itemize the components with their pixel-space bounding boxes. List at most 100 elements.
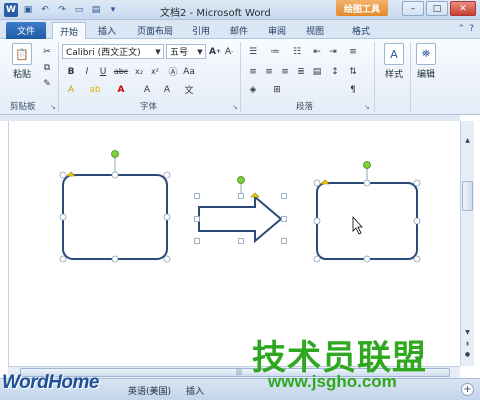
copy-icon[interactable]: ⧉ (40, 61, 54, 74)
cut-icon[interactable]: ✂ (40, 45, 54, 58)
rounded-rectangle-shape-2[interactable] (313, 161, 421, 263)
divider (410, 42, 411, 112)
paste-icon: 📋 (12, 43, 32, 65)
line-spacing-icon[interactable]: ↕ (328, 65, 342, 78)
underline-icon[interactable]: U (96, 65, 110, 78)
strikethrough-icon[interactable]: abc (114, 65, 128, 78)
customize-icon[interactable]: ▾ (106, 3, 120, 17)
tab-view[interactable]: 视图 (300, 22, 330, 39)
sort-icon[interactable]: ⇅ (346, 65, 360, 78)
maximize-button[interactable]: □ (426, 1, 448, 16)
editing-button[interactable]: ⛯ 编辑 (416, 43, 436, 80)
paste-button[interactable]: 📋 粘贴 (12, 43, 32, 80)
align-right-icon[interactable]: ≡ (278, 65, 292, 78)
clipboard-launcher-icon[interactable]: ↘ (50, 103, 58, 111)
font-color-icon[interactable]: A (114, 83, 128, 96)
chinese-layout-icon[interactable]: ≡ (346, 45, 360, 58)
font-size-value: 五号 (170, 48, 189, 58)
previous-page-icon[interactable]: ⇞ (461, 339, 474, 349)
font-name-combo[interactable]: Calibri (西文正文) ▼ (62, 44, 164, 59)
paragraph-launcher-icon[interactable]: ↘ (364, 103, 372, 111)
tab-insert[interactable]: 插入 (92, 22, 122, 39)
ribbon-tab-bar: 文件 开始 插入 页面布局 引用 邮件 审阅 视图 格式 ⌃ ? (0, 20, 480, 39)
bold-icon[interactable]: B (64, 65, 78, 78)
change-case-icon[interactable]: Aa (182, 65, 196, 78)
insert-mode-status[interactable]: 插入 (186, 384, 204, 397)
rotation-handle (363, 161, 371, 169)
close-button[interactable]: ✕ (450, 1, 476, 16)
align-left-icon[interactable]: ≡ (246, 65, 260, 78)
tab-review[interactable]: 审阅 (262, 22, 292, 39)
right-arrow-shape[interactable] (194, 176, 287, 244)
ribbon-right-controls: ⌃ ? (458, 24, 474, 34)
tab-references[interactable]: 引用 (186, 22, 216, 39)
tab-page-layout[interactable]: 页面布局 (130, 22, 180, 39)
tab-mailings[interactable]: 邮件 (224, 22, 254, 39)
chevron-down-icon: ▼ (197, 47, 203, 56)
tab-format[interactable]: 格式 (344, 22, 378, 39)
rounded-rectangle-shape-1[interactable] (59, 150, 171, 263)
enclose-char-icon[interactable]: A (160, 83, 174, 96)
tab-file[interactable]: 文件 (6, 22, 46, 39)
clear-formatting-icon[interactable]: Ⓐ (166, 65, 180, 78)
open-icon[interactable]: ▤ (89, 3, 103, 17)
language-status[interactable]: 英语(美国) (128, 384, 171, 397)
word-app-icon[interactable]: W (4, 3, 18, 17)
numbering-icon[interactable]: ≔ (268, 45, 282, 58)
editing-label: 编辑 (416, 70, 435, 80)
url-watermark: www.jsgho.com (268, 372, 397, 391)
shrink-font-icon[interactable]: A- (222, 45, 236, 58)
quick-access-toolbar: W ▣ ↶ ↷ ▭ ▤ ▾ (4, 3, 120, 17)
save-icon[interactable]: ▣ (21, 3, 35, 17)
styles-label: 样式 (384, 70, 403, 80)
align-center-icon[interactable]: ≡ (262, 65, 276, 78)
tab-home[interactable]: 开始 (52, 22, 86, 39)
zoom-in-button[interactable]: + (461, 383, 474, 396)
divider (374, 42, 375, 112)
rotation-handle (111, 150, 119, 158)
font-group-label: 字体 (140, 102, 158, 112)
minimize-button[interactable]: – (402, 1, 424, 16)
phonetic-guide-icon[interactable]: 文 (182, 83, 196, 96)
distributed-icon[interactable]: ▤ (310, 65, 324, 78)
font-size-combo[interactable]: 五号 ▼ (166, 44, 206, 59)
styles-button[interactable]: A 样式 (384, 43, 404, 80)
collapse-ribbon-icon[interactable]: ⌃ (458, 24, 466, 34)
font-launcher-icon[interactable]: ↘ (232, 103, 240, 111)
decrease-indent-icon[interactable]: ⇤ (310, 45, 324, 58)
title-bar: W ▣ ↶ ↷ ▭ ▤ ▾ 文档2 - Microsoft Word 绘图工具 … (0, 0, 480, 20)
clipboard-group-label: 剪贴板 (10, 102, 36, 112)
show-marks-icon[interactable]: ¶ (346, 83, 360, 96)
vertical-scroll-thumb[interactable] (462, 181, 473, 211)
increase-indent-icon[interactable]: ⇥ (326, 45, 340, 58)
scroll-down-icon[interactable]: ▼ (461, 327, 474, 337)
divider (58, 42, 59, 112)
scroll-up-icon[interactable]: ▲ (461, 135, 474, 145)
vertical-scrollbar[interactable]: ▲ ▼ ⇞ ● (460, 121, 474, 366)
adjust-handle (250, 192, 260, 198)
help-icon[interactable]: ? (469, 24, 474, 34)
subscript-icon[interactable]: x₂ (132, 65, 146, 78)
shading-icon[interactable]: ◈ (246, 83, 260, 96)
format-painter-icon[interactable]: ✎ (40, 77, 54, 90)
bullets-icon[interactable]: ☰ (246, 45, 260, 58)
redo-icon[interactable]: ↷ (55, 3, 69, 17)
rotation-handle (237, 176, 245, 184)
drawing-tools-context-tab: 绘图工具 (336, 0, 388, 16)
new-icon[interactable]: ▭ (72, 3, 86, 17)
select-browse-object-icon[interactable]: ● (461, 349, 474, 359)
superscript-icon[interactable]: x² (148, 65, 162, 78)
chevron-down-icon: ▼ (155, 47, 161, 56)
highlight-icon[interactable]: ab (88, 83, 102, 96)
font-name-value: Calibri (西文正文) (66, 48, 141, 58)
text-effects-icon[interactable]: A (64, 83, 78, 96)
multilevel-list-icon[interactable]: ☷ (290, 45, 304, 58)
borders-icon[interactable]: ⊞ (270, 83, 284, 96)
undo-icon[interactable]: ↶ (38, 3, 52, 17)
justify-icon[interactable]: ≣ (294, 65, 308, 78)
char-shading-icon[interactable]: A (140, 83, 154, 96)
grow-font-icon[interactable]: A + (208, 45, 222, 58)
scroll-grip-icon: ||| (236, 369, 243, 376)
window-controls: – □ ✕ (402, 1, 476, 16)
italic-icon[interactable]: I (80, 65, 94, 78)
